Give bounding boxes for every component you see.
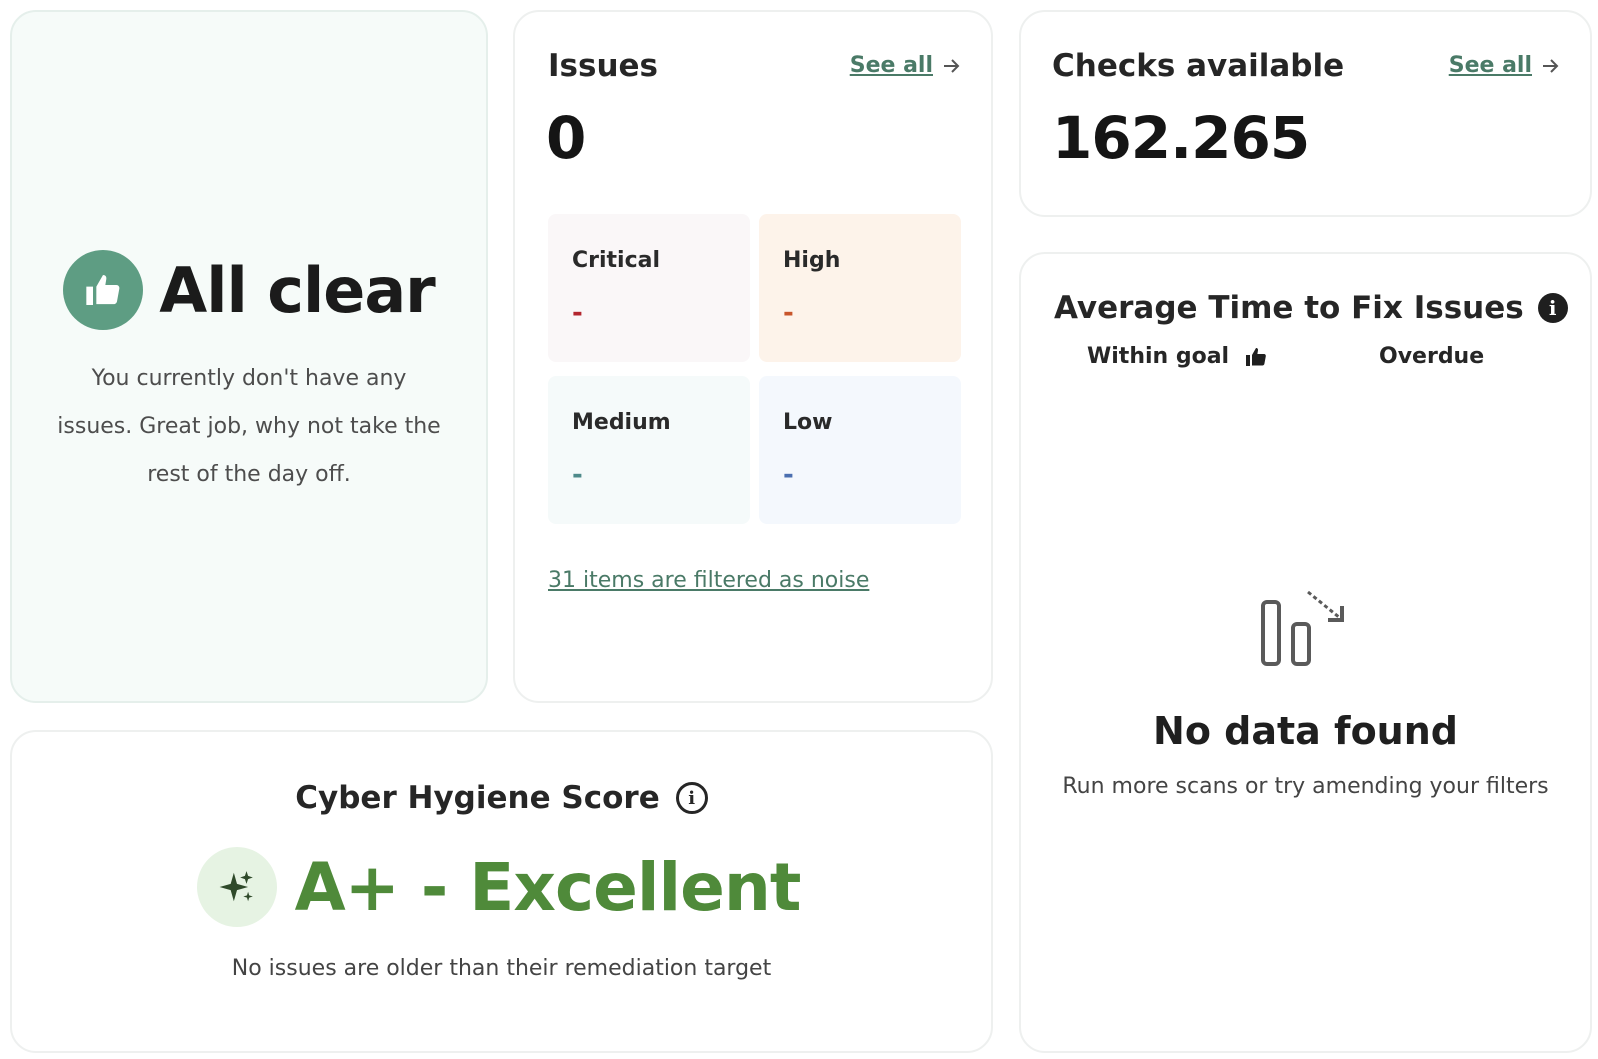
issues-card: Issues See all 0 Critical - High - Mediu… <box>513 10 993 703</box>
avg-time-header: Average Time to Fix Issues i <box>1054 290 1568 326</box>
info-icon[interactable]: i <box>675 782 708 814</box>
legend-label: Within goal <box>1087 344 1230 369</box>
hygiene-score: A+ - Excellent <box>294 848 802 926</box>
cyber-hygiene-card: Cyber Hygiene Score i A+ - Excellent No … <box>10 730 993 1053</box>
severity-low[interactable]: Low - <box>759 376 961 524</box>
severity-value: - <box>783 460 794 490</box>
all-clear-title: All clear <box>159 253 436 327</box>
checks-count: 162.265 <box>1052 104 1310 172</box>
severity-critical[interactable]: Critical - <box>548 214 750 362</box>
issues-count: 0 <box>546 104 586 172</box>
severity-medium[interactable]: Medium - <box>548 376 750 524</box>
checks-card: Checks available See all 162.265 <box>1019 10 1592 217</box>
no-data-message: Run more scans or try amending your filt… <box>1062 774 1549 799</box>
hygiene-message: No issues are older than their remediati… <box>231 956 772 981</box>
legend-within-goal[interactable]: Within goal <box>1087 344 1269 369</box>
all-clear-message: You currently don't have any issues. Gre… <box>57 366 441 487</box>
legend-overdue[interactable]: Overdue <box>1379 344 1484 369</box>
all-clear-card: All clear You currently don't have any i… <box>10 10 488 703</box>
severity-value: - <box>572 298 583 328</box>
severity-label: High <box>783 248 841 273</box>
hygiene-title: Cyber Hygiene Score <box>295 780 660 816</box>
arrow-right-icon <box>944 58 960 73</box>
avg-time-title: Average Time to Fix Issues <box>1054 290 1524 326</box>
issues-title: Issues <box>548 48 658 84</box>
all-clear-header: All clear <box>12 250 486 330</box>
thumbs-up-icon <box>63 250 144 330</box>
severity-value: - <box>572 460 583 490</box>
severity-high[interactable]: High - <box>759 214 961 362</box>
no-data-title: No data found <box>1153 709 1458 753</box>
issues-see-all-link[interactable]: See all <box>850 53 961 78</box>
checks-title: Checks available <box>1052 48 1345 84</box>
severity-label: Critical <box>572 248 661 273</box>
see-all-label: See all <box>1448 53 1532 78</box>
legend-label: Overdue <box>1379 344 1485 369</box>
checks-see-all-link[interactable]: See all <box>1449 53 1560 78</box>
severity-value: - <box>783 298 794 328</box>
severity-label: Low <box>783 410 833 435</box>
info-icon[interactable]: i <box>1537 293 1568 323</box>
hygiene-score-row: A+ - Excellent <box>12 847 991 927</box>
arrow-right-icon <box>1543 58 1559 73</box>
noise-filter-link[interactable]: 31 items are filtered as noise <box>548 568 869 593</box>
hygiene-header: Cyber Hygiene Score i <box>12 780 991 816</box>
thumbs-up-icon <box>1246 347 1266 366</box>
avg-time-card: Average Time to Fix Issues i Within goal… <box>1019 252 1592 1053</box>
empty-chart-icon <box>1261 590 1344 666</box>
see-all-label: See all <box>849 53 933 78</box>
severity-label: Medium <box>572 410 671 435</box>
sparkle-icon <box>196 847 277 927</box>
